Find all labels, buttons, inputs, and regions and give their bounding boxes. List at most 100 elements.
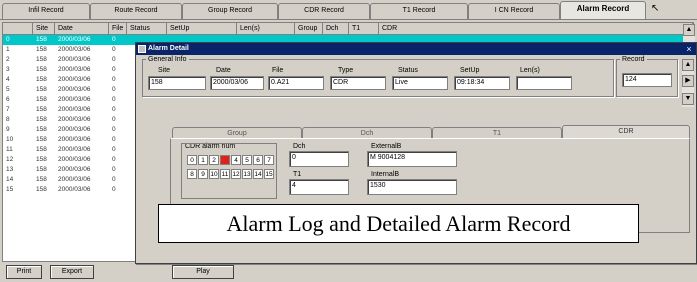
play-button[interactable]: Play — [172, 265, 234, 279]
table-cell: 0 — [112, 86, 116, 93]
status-label: Status — [398, 67, 418, 74]
alarm-digit[interactable]: 8 — [187, 169, 197, 179]
alarm-digit[interactable]: 1 — [198, 155, 208, 165]
alarm-digit[interactable]: 15 — [264, 169, 274, 179]
table-cell: 158 — [36, 136, 47, 143]
table-cell: 4 — [6, 76, 10, 83]
table-cell: 0 — [112, 186, 116, 193]
alarm-digit[interactable]: 10 — [209, 169, 219, 179]
table-cell: 2000/03/06 — [58, 156, 91, 163]
table-cell: 13 — [6, 166, 14, 173]
table-cell: 0 — [112, 116, 116, 123]
table-cell: 2000/03/06 — [58, 176, 91, 183]
setup-field[interactable]: 09:18:34 — [454, 76, 510, 90]
table-cell: 0 — [112, 136, 116, 143]
alarm-digit[interactable]: 14 — [253, 169, 263, 179]
close-icon[interactable]: × — [684, 44, 694, 54]
col-cdr[interactable]: CDR — [379, 23, 693, 35]
col-len[interactable]: Len(s) — [237, 23, 295, 35]
alarm-digit[interactable]: 0 — [187, 155, 197, 165]
spin-up-icon[interactable]: ▲ — [682, 59, 694, 71]
table-cell: 12 — [6, 156, 14, 163]
table-cell: 3 — [6, 66, 10, 73]
tab-route-record[interactable]: Route Record — [90, 3, 182, 19]
table-cell: 0 — [112, 166, 116, 173]
t1-label: T1 — [293, 171, 302, 178]
col-setup[interactable]: SetUp — [167, 23, 237, 35]
record-field[interactable]: 124 — [622, 73, 672, 87]
alarm-digit[interactable]: 6 — [253, 155, 263, 165]
table-cell: 158 — [36, 156, 47, 163]
table-cell: 0 — [112, 66, 116, 73]
table-cell: 0 — [112, 46, 116, 53]
alarm-digit[interactable]: 3 — [220, 155, 230, 165]
table-cell: 158 — [36, 76, 47, 83]
table-cell: 158 — [36, 46, 47, 53]
alarm-digit[interactable]: 4 — [231, 155, 241, 165]
alarm-digit[interactable]: 12 — [231, 169, 241, 179]
dch-field[interactable]: 0 — [289, 151, 349, 167]
scroll-up-icon[interactable]: ▲ — [683, 24, 695, 36]
export-button[interactable]: Export — [50, 265, 94, 279]
col-index[interactable] — [3, 23, 33, 35]
len-field[interactable] — [516, 76, 572, 90]
tab-icn-record[interactable]: I CN Record — [468, 3, 560, 19]
alarm-digit[interactable]: 5 — [242, 155, 252, 165]
dialog-title: Alarm Detail — [148, 45, 189, 52]
tab-group-record[interactable]: Group Record — [182, 3, 278, 19]
status-field[interactable]: Live — [392, 76, 448, 90]
tab-infil-record[interactable]: Infil Record — [2, 3, 90, 19]
col-dch[interactable]: Dch — [323, 23, 349, 35]
alarm-digit[interactable]: 9 — [198, 169, 208, 179]
table-cell: 158 — [36, 36, 47, 43]
spin-mid-icon[interactable]: ▶ — [682, 75, 694, 87]
table-cell: 0 — [6, 36, 10, 43]
spin-down-icon[interactable]: ▼ — [682, 93, 694, 105]
col-date[interactable]: Date — [55, 23, 109, 35]
file-field[interactable]: 0.A21 — [268, 76, 324, 90]
table-cell: 2000/03/06 — [58, 136, 91, 143]
col-t1[interactable]: T1 — [349, 23, 379, 35]
alarm-digit[interactable]: 2 — [209, 155, 219, 165]
dialog-title-bar[interactable]: Alarm Detail — [136, 43, 696, 55]
record-spinner[interactable]: ▲ ▶ ▼ — [682, 59, 694, 107]
table-cell: 8 — [6, 116, 10, 123]
alarm-digit[interactable]: 13 — [242, 169, 252, 179]
table-cell: 6 — [6, 96, 10, 103]
table-cell: 158 — [36, 166, 47, 173]
type-field[interactable]: CDR — [330, 76, 386, 90]
alarm-digit[interactable]: 7 — [264, 155, 274, 165]
print-button[interactable]: Print — [6, 265, 42, 279]
external-field[interactable]: M 9004128 — [367, 151, 457, 167]
col-status[interactable]: Status — [127, 23, 167, 35]
table-cell: 9 — [6, 126, 10, 133]
table-cell: 2000/03/06 — [58, 86, 91, 93]
table-cell: 5 — [6, 86, 10, 93]
inner-tab-cdr[interactable]: CDR — [562, 125, 690, 139]
site-label: Site — [158, 67, 171, 74]
alarm-digit[interactable]: 11 — [220, 169, 230, 179]
table-cell: 2000/03/06 — [58, 36, 91, 43]
col-group[interactable]: Group — [295, 23, 323, 35]
record-tabs: Infil Record Route Record Group Record C… — [0, 0, 697, 21]
internal-field[interactable]: 1530 — [367, 179, 457, 195]
table-cell: 158 — [36, 56, 47, 63]
tab-alarm-record[interactable]: Alarm Record — [560, 1, 646, 20]
table-cell: 158 — [36, 116, 47, 123]
site-field[interactable]: 158 — [148, 76, 206, 90]
table-cell: 2000/03/06 — [58, 76, 91, 83]
date-field[interactable]: 2000/03/06 — [210, 76, 264, 90]
record-label: Record — [620, 56, 647, 63]
table-cell: 0 — [112, 36, 116, 43]
t1-field[interactable]: 4 — [289, 179, 349, 195]
len-label: Len(s) — [520, 67, 540, 74]
figure-caption: Alarm Log and Detailed Alarm Record — [158, 204, 639, 243]
table-cell: 158 — [36, 86, 47, 93]
col-site[interactable]: Site — [33, 23, 55, 35]
table-cell: 11 — [6, 146, 13, 153]
table-cell: 0 — [112, 106, 116, 113]
table-cell: 2000/03/06 — [58, 186, 91, 193]
tab-t1-record[interactable]: T1 Record — [370, 3, 468, 19]
tab-cdr-record[interactable]: CDR Record — [278, 3, 370, 19]
col-file[interactable]: File — [109, 23, 127, 35]
